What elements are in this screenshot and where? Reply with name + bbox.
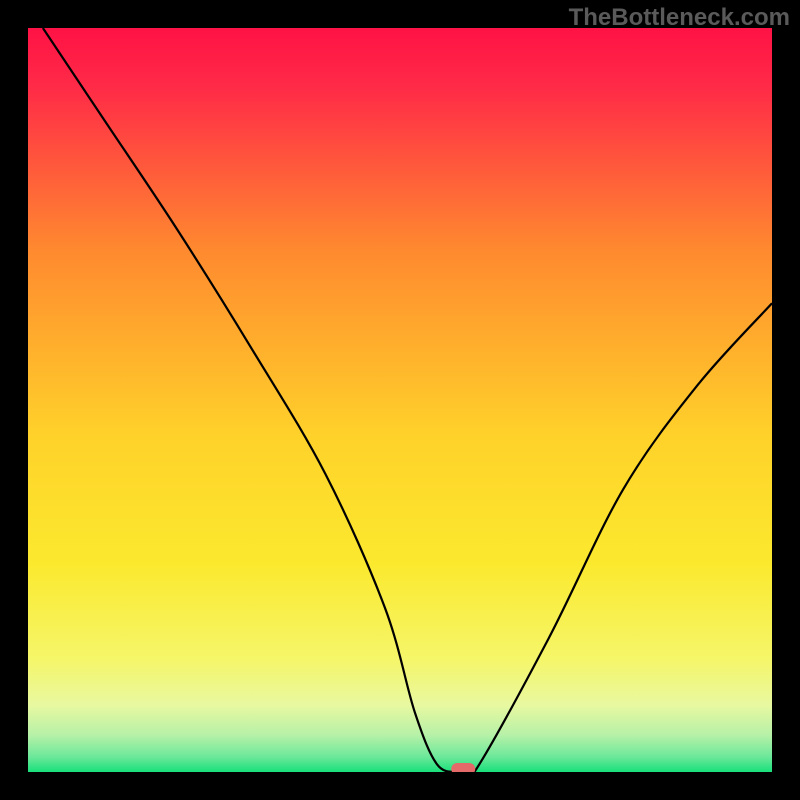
plot-background bbox=[28, 28, 772, 772]
watermark-text: TheBottleneck.com bbox=[569, 4, 790, 32]
chart-container: TheBottleneck.com bbox=[0, 0, 800, 800]
